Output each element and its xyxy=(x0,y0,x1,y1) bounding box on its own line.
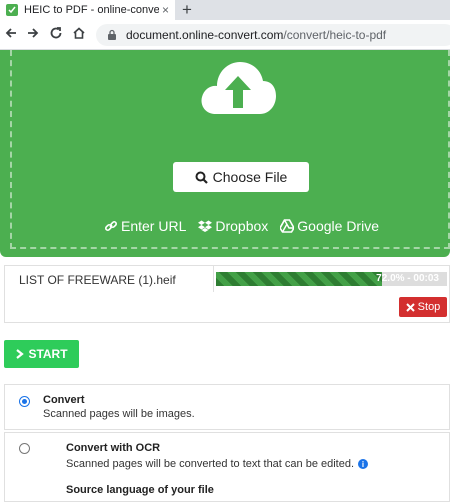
convert-radio[interactable] xyxy=(19,396,30,407)
chevron-right-icon xyxy=(16,349,25,359)
option-ocr-description: Scanned pages will be converted to text … xyxy=(66,458,355,470)
dropbox-icon xyxy=(198,220,213,232)
url-input[interactable]: document.online-convert.com/convert/heic… xyxy=(96,24,450,46)
uploaded-file-row: LIST OF FREEWARE (1).heif 72.0% - 00:03 xyxy=(4,265,450,293)
dropbox-label: Dropbox xyxy=(215,218,269,234)
option-convert-description: Scanned pages will be images. xyxy=(43,408,195,420)
option-ocr-description-line: Scanned pages will be converted to text … xyxy=(66,458,369,470)
start-button[interactable]: START xyxy=(4,340,79,368)
start-label: START xyxy=(28,347,68,361)
option-convert-title: Convert xyxy=(43,394,85,406)
address-bar: document.online-convert.com/convert/heic… xyxy=(0,20,450,50)
option-ocr-title: Convert with OCR xyxy=(66,442,161,454)
enter-url-label: Enter URL xyxy=(121,218,187,234)
back-arrow-icon[interactable] xyxy=(2,26,20,45)
google-drive-icon xyxy=(280,219,295,233)
close-tab-icon[interactable]: × xyxy=(162,3,169,17)
home-icon[interactable] xyxy=(70,26,88,45)
forward-arrow-icon[interactable] xyxy=(24,26,42,45)
site-favicon-icon xyxy=(6,4,18,16)
convert-ocr-radio[interactable] xyxy=(19,443,30,454)
search-icon xyxy=(195,171,208,184)
stop-upload-button[interactable]: Stop xyxy=(399,297,447,317)
option-convert-ocr[interactable]: Convert with OCR Scanned pages will be c… xyxy=(4,432,450,502)
upload-sources: Enter URL Dropbox Google Drive xyxy=(104,218,379,234)
new-tab-button[interactable]: + xyxy=(182,0,192,20)
enter-url-link[interactable]: Enter URL xyxy=(104,218,186,234)
url-text: document.online-convert.com/convert/heic… xyxy=(126,28,386,42)
file-drop-zone[interactable]: Drop Files here Choose File Enter URL Dr… xyxy=(0,50,450,257)
dropbox-link[interactable]: Dropbox xyxy=(198,218,268,234)
file-actions-row: Stop xyxy=(4,292,450,323)
reload-icon[interactable] xyxy=(47,26,65,45)
choose-file-label: Choose File xyxy=(212,169,288,185)
link-icon xyxy=(104,220,118,232)
upload-progress-bar: 72.0% - 00:03 xyxy=(216,272,447,286)
info-icon[interactable]: i xyxy=(358,459,369,470)
google-drive-link[interactable]: Google Drive xyxy=(280,218,379,234)
option-convert[interactable]: Convert Scanned pages will be images. xyxy=(4,384,450,430)
url-path: /convert/heic-to-pdf xyxy=(283,28,387,42)
source-language-label: Source language of your file xyxy=(66,484,214,496)
file-row-divider xyxy=(213,266,214,292)
cloud-upload-icon xyxy=(201,62,276,114)
lock-icon xyxy=(108,29,116,40)
close-icon xyxy=(405,302,415,312)
google-drive-label: Google Drive xyxy=(297,218,379,234)
tab-title: HEIC to PDF - online-convert.com xyxy=(24,4,159,16)
browser-tab-bar: HEIC to PDF - online-convert.com × + xyxy=(0,0,450,20)
upload-progress-fill xyxy=(216,272,383,286)
choose-file-button[interactable]: Choose File xyxy=(173,162,309,192)
stop-label: Stop xyxy=(417,301,441,313)
file-name: LIST OF FREEWARE (1).heif xyxy=(19,273,176,287)
browser-tab[interactable]: HEIC to PDF - online-convert.com × xyxy=(0,0,175,20)
upload-progress-text: 72.0% - 00:03 xyxy=(376,273,439,284)
url-domain: document.online-convert.com xyxy=(126,28,284,42)
